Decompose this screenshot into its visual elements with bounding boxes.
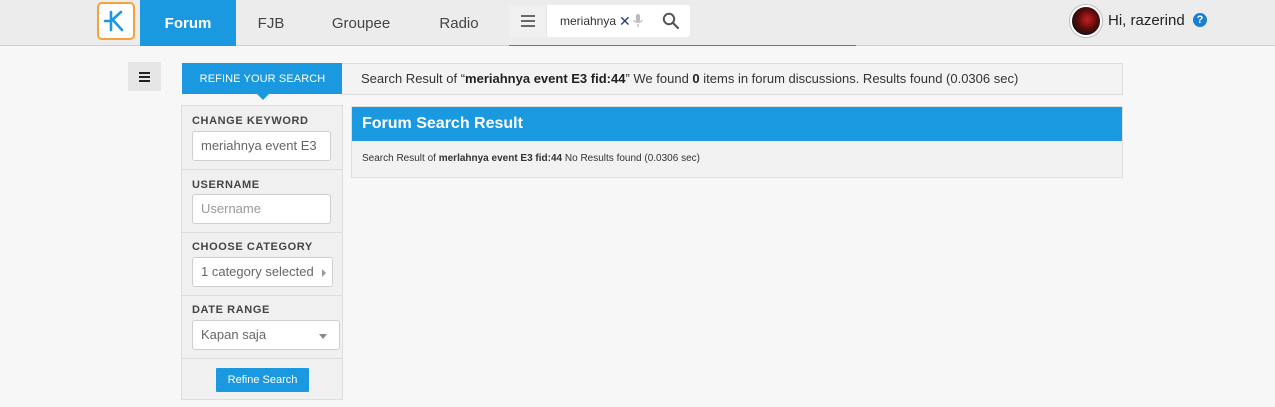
result-query: merlahnya event E3 fid:44 <box>438 153 563 164</box>
forum-result-card: Forum Search Result Search Result of mer… <box>351 106 1123 178</box>
tab-fjb-label: FJB <box>257 14 285 32</box>
filter-panel: CHANGE KEYWORD meriahnya event E3 USERNA… <box>181 105 343 400</box>
microphone-icon[interactable] <box>633 14 643 33</box>
refine-search-tab[interactable]: REFINE YOUR SEARCH <box>182 63 343 100</box>
category-section: CHOOSE CATEGORY 1 category selected <box>182 233 342 296</box>
help-icon[interactable]: ? <box>1193 13 1207 27</box>
chevron-down-icon <box>319 334 327 339</box>
search-box: meriahnya ✕ <box>509 5 690 37</box>
search-summary-bar: Search Result of “meriahnya event E3 fid… <box>342 63 1123 95</box>
date-label: DATE RANGE <box>192 304 270 316</box>
summary-count: 0 <box>692 71 700 86</box>
summary-prefix: Search Result of “ <box>361 71 466 86</box>
result-message: Search Result of merlahnya event E3 fid:… <box>362 153 700 164</box>
chevron-right-icon <box>322 269 326 277</box>
refine-search-button[interactable]: Refine Search <box>216 368 309 392</box>
date-range-value: Kapan saja <box>201 327 267 342</box>
category-value: 1 category selected <box>201 264 314 279</box>
username-label: USERNAME <box>192 179 260 191</box>
date-range-select[interactable]: Kapan saja <box>192 320 340 350</box>
refine-search-tab-label: REFINE YOUR SEARCH <box>199 72 326 85</box>
avatar[interactable] <box>1070 5 1102 37</box>
username-field[interactable]: Username <box>192 194 331 224</box>
tab-forum[interactable]: Forum <box>140 0 236 46</box>
keyword-label: CHANGE KEYWORD <box>192 115 309 127</box>
hamburger-icon[interactable] <box>509 5 547 37</box>
category-label: CHOOSE CATEGORY <box>192 241 313 253</box>
search-underline <box>509 45 856 46</box>
tab-groupee-label: Groupee <box>331 14 391 32</box>
tab-radio-label: Radio <box>439 14 479 32</box>
search-icon[interactable] <box>662 12 680 34</box>
summary-suffix: items in forum discussions. Results foun… <box>699 71 1019 86</box>
category-dropdown[interactable]: 1 category selected <box>192 257 333 287</box>
username-section: USERNAME Username <box>182 170 342 233</box>
date-section: DATE RANGE Kapan saja <box>182 296 342 359</box>
close-icon[interactable]: ✕ <box>619 14 631 28</box>
user-greeting[interactable]: Hi, razerind <box>1108 12 1185 29</box>
result-suffix: No Results found (0.0306 sec) <box>562 153 700 164</box>
search-input[interactable]: meriahnya <box>560 5 622 37</box>
tab-radio[interactable]: Radio <box>416 0 502 46</box>
top-navbar: Forum FJB Groupee Radio meriahnya ✕ Hi, … <box>0 0 1275 46</box>
keyword-section: CHANGE KEYWORD meriahnya event E3 <box>182 106 342 170</box>
tab-groupee[interactable]: Groupee <box>306 0 416 46</box>
result-heading: Forum Search Result <box>352 107 1122 141</box>
sidebar-toggle-icon[interactable] <box>128 62 161 91</box>
keyword-field[interactable]: meriahnya event E3 <box>192 131 331 161</box>
tab-fjb[interactable]: FJB <box>236 0 306 46</box>
result-prefix: Search Result of <box>362 153 439 164</box>
tab-forum-label: Forum <box>164 14 212 32</box>
summary-middle: ” We found <box>625 71 693 86</box>
summary-query: meriahnya event E3 fid:44 <box>465 71 626 86</box>
kaskus-logo-icon[interactable] <box>97 2 135 40</box>
